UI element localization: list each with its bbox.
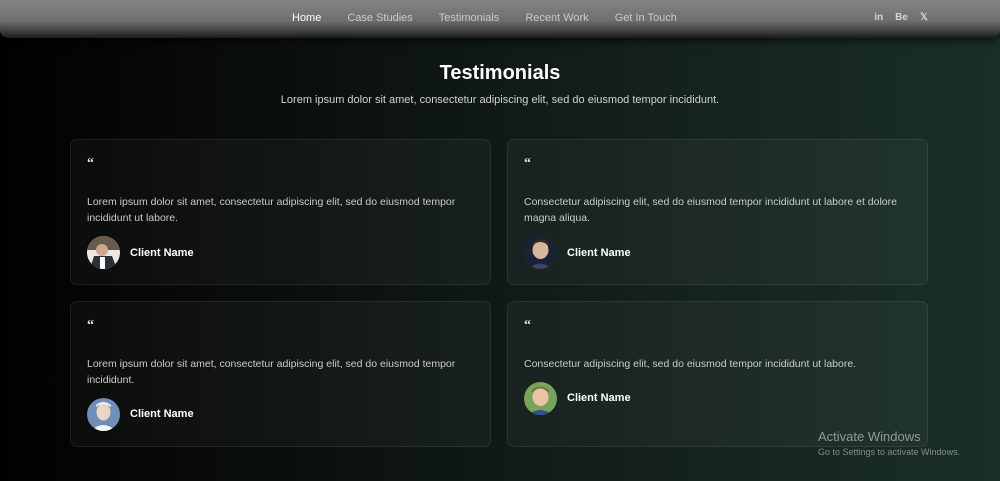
nav-link-home[interactable]: Home xyxy=(292,12,321,24)
client-name: Client Name xyxy=(567,247,631,259)
client-avatar xyxy=(524,382,557,415)
navbar: Home Case Studies Testimonials Recent Wo… xyxy=(0,0,1000,38)
x-twitter-icon[interactable]: 𝕏 xyxy=(920,12,928,23)
quote-icon: “ xyxy=(87,156,94,171)
nav-links: Home Case Studies Testimonials Recent Wo… xyxy=(292,12,677,24)
testimonial-card: “ Lorem ipsum dolor sit amet, consectetu… xyxy=(70,139,491,285)
testimonial-card: “ Consectetur adipiscing elit, sed do ei… xyxy=(507,139,928,285)
nav-link-recent-work[interactable]: Recent Work xyxy=(525,12,588,24)
client-avatar xyxy=(87,398,120,431)
activate-windows-watermark: Activate Windows Go to Settings to activ… xyxy=(818,429,960,457)
nav-link-get-in-touch[interactable]: Get In Touch xyxy=(615,12,677,24)
client-name: Client Name xyxy=(567,392,631,404)
client-avatar xyxy=(524,236,557,269)
testimonial-text: Consectetur adipiscing elit, sed do eius… xyxy=(524,196,897,224)
testimonial-card: “ Consectetur adipiscing elit, sed do ei… xyxy=(507,301,928,447)
linkedin-icon[interactable]: in xyxy=(874,12,883,23)
section-title: Testimonials xyxy=(439,62,561,84)
client-avatar xyxy=(87,236,120,269)
social-links: in Be 𝕏 xyxy=(874,12,928,23)
quote-icon: “ xyxy=(524,156,531,171)
watermark-title: Activate Windows xyxy=(818,429,921,444)
client-name: Client Name xyxy=(130,247,194,259)
client-name: Client Name xyxy=(130,408,194,420)
nav-link-testimonials[interactable]: Testimonials xyxy=(439,12,500,24)
testimonial-text: Lorem ipsum dolor sit amet, consectetur … xyxy=(87,196,456,224)
testimonial-text: Lorem ipsum dolor sit amet, consectetur … xyxy=(87,358,456,386)
testimonial-text: Consectetur adipiscing elit, sed do eius… xyxy=(524,358,857,370)
watermark-subtitle: Go to Settings to activate Windows. xyxy=(818,447,961,457)
section-subtitle: Lorem ipsum dolor sit amet, consectetur … xyxy=(280,94,720,106)
testimonial-card: “ Lorem ipsum dolor sit amet, consectetu… xyxy=(70,301,491,447)
behance-icon[interactable]: Be xyxy=(895,12,908,23)
quote-icon: “ xyxy=(87,318,94,333)
quote-icon: “ xyxy=(524,318,531,333)
nav-link-case-studies[interactable]: Case Studies xyxy=(347,12,412,24)
